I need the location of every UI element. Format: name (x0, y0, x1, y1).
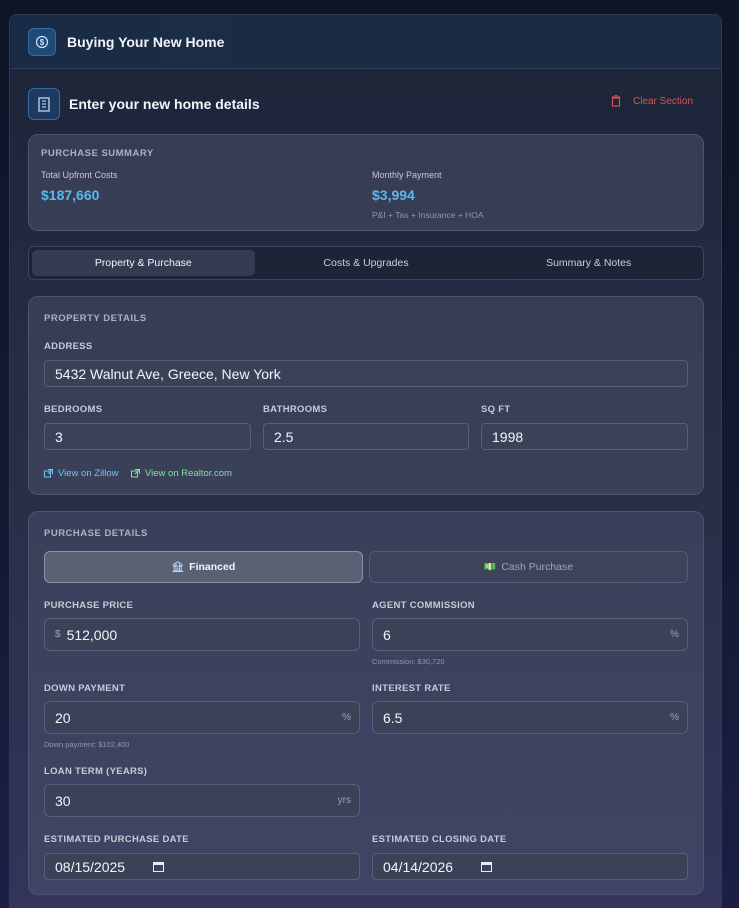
purchase-price-input[interactable]: $ 512,000 (44, 618, 360, 651)
trash-icon (611, 95, 621, 107)
external-link-icon (131, 469, 140, 478)
property-details-card: PROPERTY DETAILS ADDRESS 5432 Walnut Ave… (28, 296, 704, 495)
bathrooms-label: BATHROOMS (263, 404, 328, 415)
purchase-heading: PURCHASE DETAILS (44, 528, 148, 539)
zillow-link-label: View on Zillow (58, 468, 119, 479)
cash-label: Cash Purchase (501, 561, 574, 573)
closing-date-value: 04/14/2026 (383, 858, 454, 875)
buying-home-panel: $ Buying Your New Home Enter your new ho… (9, 14, 722, 908)
dollar-icon: $ (28, 27, 56, 56)
closing-date-input[interactable]: 04/14/2026 (372, 853, 688, 880)
commission-hint: Commission: $30,720 (372, 657, 445, 666)
commission-label: AGENT COMMISSION (372, 600, 475, 611)
bathrooms-value: 2.5 (274, 428, 294, 445)
sqft-label: SQ FT (481, 404, 511, 415)
interest-rate-label: INTEREST RATE (372, 683, 451, 694)
upfront-value: $187,660 (41, 187, 100, 203)
price-label: PURCHASE PRICE (44, 600, 134, 611)
realtor-link[interactable]: View on Realtor.com (131, 468, 232, 479)
agent-commission-input[interactable]: 6 % (372, 618, 688, 651)
term-value: 30 (55, 792, 71, 809)
financed-label: Financed (189, 561, 236, 573)
cash-purchase-toggle[interactable]: 💵 Cash Purchase (369, 551, 688, 583)
interest-rate-input[interactable]: 6.5 % (372, 701, 688, 734)
bank-icon: 🏦 (171, 561, 185, 573)
tab-property-purchase[interactable]: Property & Purchase (32, 250, 255, 276)
tab-bar: Property & Purchase Costs & Upgrades Sum… (28, 246, 704, 280)
down-value: 20 (55, 709, 71, 726)
bathrooms-input[interactable]: 2.5 (263, 423, 469, 450)
sqft-input[interactable]: 1998 (481, 423, 688, 450)
section-header: Enter your new home details Clear Sectio… (28, 87, 703, 121)
calendar-icon[interactable] (153, 861, 164, 872)
monthly-label: Monthly Payment (372, 170, 442, 180)
panel-title: Buying Your New Home (67, 33, 225, 50)
zillow-link[interactable]: View on Zillow (44, 468, 119, 479)
rate-value: 6.5 (383, 709, 403, 726)
upfront-label: Total Upfront Costs (41, 170, 118, 180)
monthly-payment: Monthly Payment $3,994 P&I + Tax + Insur… (372, 170, 484, 220)
purchase-date-label: ESTIMATED PURCHASE DATE (44, 834, 189, 845)
upfront-costs: Total Upfront Costs $187,660 (41, 170, 118, 203)
monthly-note: P&I + Tax + Insurance + HOA (372, 210, 484, 220)
tab-summary-notes[interactable]: Summary & Notes (477, 250, 700, 276)
purchase-details-card: PURCHASE DETAILS 🏦 Financed 💵 Cash Purch… (28, 511, 704, 895)
down-payment-hint: Down payment: $102,400 (44, 740, 130, 749)
purchase-date-value: 08/15/2025 (55, 858, 126, 875)
dollar-prefix: $ (55, 629, 61, 640)
commission-value: 6 (383, 626, 391, 643)
tab-costs-upgrades[interactable]: Costs & Upgrades (255, 250, 478, 276)
closing-date-label: ESTIMATED CLOSING DATE (372, 834, 507, 845)
summary-heading: PURCHASE SUMMARY (41, 148, 154, 159)
external-link-icon (44, 469, 53, 478)
purchase-summary-card: PURCHASE SUMMARY Total Upfront Costs $18… (28, 134, 704, 231)
svg-text:$: $ (40, 38, 45, 47)
bedrooms-label: BEDROOMS (44, 404, 103, 415)
address-label: ADDRESS (44, 341, 93, 352)
bedrooms-input[interactable]: 3 (44, 423, 251, 450)
monthly-value: $3,994 (372, 187, 415, 203)
down-payment-input[interactable]: 20 % (44, 701, 360, 734)
address-value: 5432 Walnut Ave, Greece, New York (55, 365, 281, 382)
property-heading: PROPERTY DETAILS (44, 313, 147, 324)
section-title: Enter your new home details (69, 96, 260, 112)
calendar-icon[interactable] (481, 861, 492, 872)
purchase-date-input[interactable]: 08/15/2025 (44, 853, 360, 880)
address-input[interactable]: 5432 Walnut Ave, Greece, New York (44, 360, 688, 387)
clear-section-label: Clear Section (632, 95, 693, 107)
down-payment-label: DOWN PAYMENT (44, 683, 126, 694)
price-value: 512,000 (66, 626, 118, 643)
financed-toggle[interactable]: 🏦 Financed (44, 551, 363, 583)
building-icon (28, 88, 60, 120)
loan-term-input[interactable]: 30 yrs (44, 784, 360, 817)
panel-header: $ Buying Your New Home (10, 15, 721, 69)
loan-term-label: LOAN TERM (YEARS) (44, 766, 148, 777)
clear-section-button[interactable]: Clear Section (611, 95, 693, 107)
bedrooms-value: 3 (55, 428, 63, 445)
cash-icon: 💵 (483, 561, 497, 573)
percent-suffix: % (670, 712, 679, 723)
realtor-link-label: View on Realtor.com (145, 468, 232, 479)
percent-suffix: % (670, 629, 679, 640)
percent-suffix: % (342, 712, 351, 723)
sqft-value: 1998 (492, 428, 524, 445)
years-suffix: yrs (337, 795, 351, 806)
